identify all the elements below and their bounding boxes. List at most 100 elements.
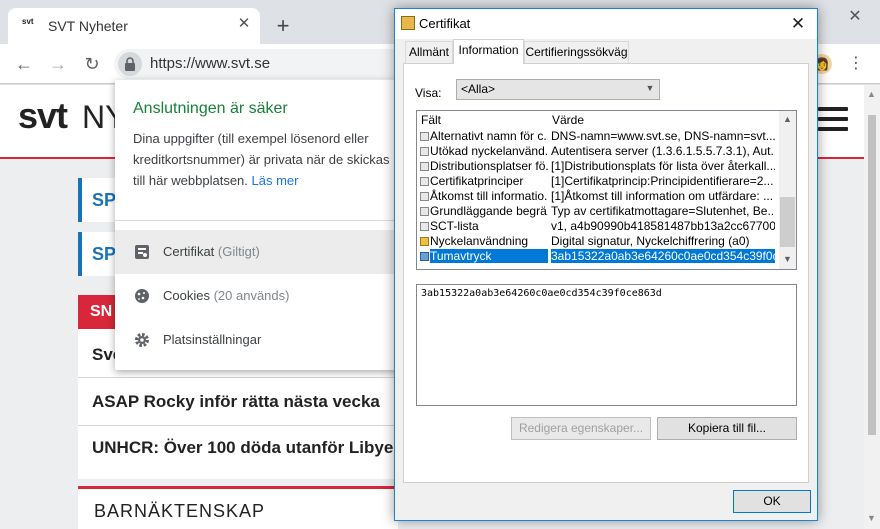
field-value: Digital signatur, Nyckelchiffrering (a0): [551, 234, 750, 248]
field-icon: [420, 222, 429, 231]
window-close-button[interactable]: ✕: [842, 4, 868, 30]
field-name: Alternativt namn för c...: [430, 129, 548, 143]
certificate-label: Certifikat: [163, 244, 215, 259]
cookies-row[interactable]: Cookies (20 används): [115, 274, 415, 318]
field-value: Autentisera server (1.3.6.1.5.5.7.3.1), …: [551, 144, 775, 158]
certificate-field-row[interactable]: Alternativt namn för c... DNS-namn=www.sv…: [417, 129, 779, 144]
browser-tab[interactable]: svt SVT Nyheter ✕: [8, 8, 260, 44]
tab-information[interactable]: Information: [453, 39, 524, 64]
field-name: Grundläggande begrä...: [430, 204, 548, 218]
svt-favicon-icon: svt: [22, 17, 34, 26]
forward-button[interactable]: →: [46, 52, 70, 76]
visa-selected-value: <Alla>: [461, 82, 496, 96]
key-icon: [420, 237, 429, 246]
certificate-field-row[interactable]: Certifikatprinciper [1]Certifikatprincip:…: [417, 174, 779, 189]
cookies-label: Cookies: [163, 288, 210, 303]
certificate-field-row[interactable]: Utökad nyckelanvänd... Autentisera server…: [417, 144, 779, 159]
tab-title: SVT Nyheter: [48, 18, 128, 34]
certificate-dialog: Certifikat ✕ Allmänt Information Certifi…: [394, 8, 818, 521]
scrollbar-thumb[interactable]: [868, 115, 876, 435]
field-icon: [420, 177, 429, 186]
field-value-text[interactable]: 3ab15322a0ab3e64260c0ae0cd354c39f0ce863d: [421, 288, 662, 299]
certificate-field-row[interactable]: Grundläggande begrä... Typ av certifikatm…: [417, 204, 779, 219]
page-scrollbar[interactable]: ▲ ▼: [864, 85, 880, 529]
visa-dropdown[interactable]: <Alla> ▼: [456, 79, 660, 100]
lock-icon[interactable]: [118, 52, 142, 76]
address-bar[interactable]: https://www.svt.se: [114, 49, 414, 79]
section-header[interactable]: BARNÄKTENSKAP: [78, 486, 398, 529]
divider: [78, 377, 398, 378]
visa-label: Visa:: [415, 86, 442, 100]
learn-more-link[interactable]: Läs mer: [252, 173, 299, 188]
site-settings-row[interactable]: Platsinställningar: [115, 318, 415, 362]
field-icon: [420, 162, 429, 171]
certificate-fields-list[interactable]: Fält Värde Alternativt namn för c... DNS-…: [416, 110, 797, 270]
certificate-field-row[interactable]: Åtkomst till informatio... [1]Åtkomst til…: [417, 189, 779, 204]
field-value-box[interactable]: 3ab15322a0ab3e64260c0ae0cd354c39f0ce863d: [416, 284, 797, 406]
reload-button[interactable]: ↻: [80, 52, 104, 76]
ok-button[interactable]: OK: [733, 490, 811, 513]
gear-icon: [135, 333, 149, 347]
back-button[interactable]: ←: [12, 52, 36, 76]
tab-allmant[interactable]: Allmänt: [405, 41, 453, 63]
new-tab-button[interactable]: +: [270, 14, 296, 40]
news-card-label: SN: [90, 303, 113, 320]
site-settings-label: Platsinställningar: [163, 332, 262, 347]
field-name: Certifikatprinciper: [430, 174, 524, 188]
news-card-label: SP: [92, 190, 117, 210]
connection-secure-title: Anslutningen är säker: [133, 100, 288, 117]
certificate-field-row[interactable]: Tumavtryck 3ab15322a0ab3e64260c0ae0cd354c…: [417, 249, 779, 264]
scroll-down-icon[interactable]: ▼: [783, 254, 792, 264]
tab-close-icon[interactable]: ✕: [234, 14, 254, 34]
browser-menu-icon[interactable]: ⋮: [848, 52, 864, 76]
field-value: Typ av certifikatmottagare=Slutenhet, Be…: [551, 204, 775, 218]
popup-divider: [115, 220, 415, 221]
news-card-label: SP: [92, 244, 117, 264]
field-name: SCT-lista: [430, 219, 479, 233]
certificate-row[interactable]: Certifikat (Giltigt): [115, 230, 415, 274]
field-icon: [420, 207, 429, 216]
column-header-value[interactable]: Värde: [552, 113, 584, 127]
field-value: 3ab15322a0ab3e64260c0ae0cd354c39f0c...: [551, 249, 775, 263]
certificate-field-row[interactable]: SCT-lista v1, a4b90990b418581487bb13a2cc6…: [417, 219, 779, 234]
url-text[interactable]: https://www.svt.se: [150, 55, 270, 72]
certificate-icon: [401, 16, 415, 30]
field-value: DNS-namn=www.svt.se, DNS-namn=svt....: [551, 129, 775, 143]
certificate-icon: [135, 245, 149, 259]
field-name: Åtkomst till informatio...: [430, 189, 548, 203]
scrollbar-thumb[interactable]: [780, 197, 795, 247]
information-panel: Visa: <Alla> ▼ Fält Värde Alternativt na…: [403, 63, 809, 483]
dialog-title: Certifikat: [419, 16, 471, 31]
certificate-field-row[interactable]: Distributionsplatser fö... [1]Distributio…: [417, 159, 779, 174]
copy-to-file-button[interactable]: Kopiera till fil...: [657, 417, 797, 440]
tab-certifieringssokvag[interactable]: Certifieringssökväg: [524, 41, 629, 63]
chevron-down-icon: ▼: [645, 83, 655, 93]
headline-link[interactable]: ASAP Rocky inför rätta nästa vecka: [92, 392, 380, 412]
field-name: Distributionsplatser fö...: [430, 159, 548, 173]
svt-logo[interactable]: svt: [18, 95, 68, 137]
column-header-field[interactable]: Fält: [421, 113, 441, 127]
field-icon: [420, 132, 429, 141]
divider: [78, 425, 398, 426]
edit-properties-button[interactable]: Redigera egenskaper...: [511, 417, 651, 440]
field-value: v1, a4b90990b418581487bb13a2cc67700a...: [551, 219, 775, 233]
certificate-field-row[interactable]: Nyckelanvändning Digital signatur, Nyckel…: [417, 234, 779, 249]
list-scrollbar[interactable]: ▲ ▼: [779, 111, 796, 269]
property-icon: [420, 252, 429, 261]
field-icon: [420, 192, 429, 201]
site-info-popup: Anslutningen är säker Dina uppgifter (ti…: [115, 80, 415, 370]
field-name: Utökad nyckelanvänd...: [430, 144, 548, 158]
list-header: Fält Värde: [417, 111, 779, 129]
field-value: [1]Certifikatprincip:Principidentifierar…: [551, 174, 774, 188]
field-icon: [420, 147, 429, 156]
cookies-count: (20 används): [213, 288, 290, 303]
scroll-up-icon[interactable]: ▲: [783, 114, 792, 124]
scroll-up-icon[interactable]: ▲: [867, 89, 876, 99]
dialog-titlebar[interactable]: Certifikat ✕: [395, 9, 817, 39]
hamburger-menu-icon[interactable]: [818, 107, 848, 131]
headline-link[interactable]: UNHCR: Över 100 döda utanför Libyens k: [92, 438, 427, 458]
field-value: [1]Åtkomst till information om utfärdare…: [551, 189, 774, 203]
certificate-status: (Giltigt): [217, 244, 260, 259]
scroll-down-icon[interactable]: ▼: [867, 513, 876, 523]
dialog-close-button[interactable]: ✕: [785, 12, 811, 36]
